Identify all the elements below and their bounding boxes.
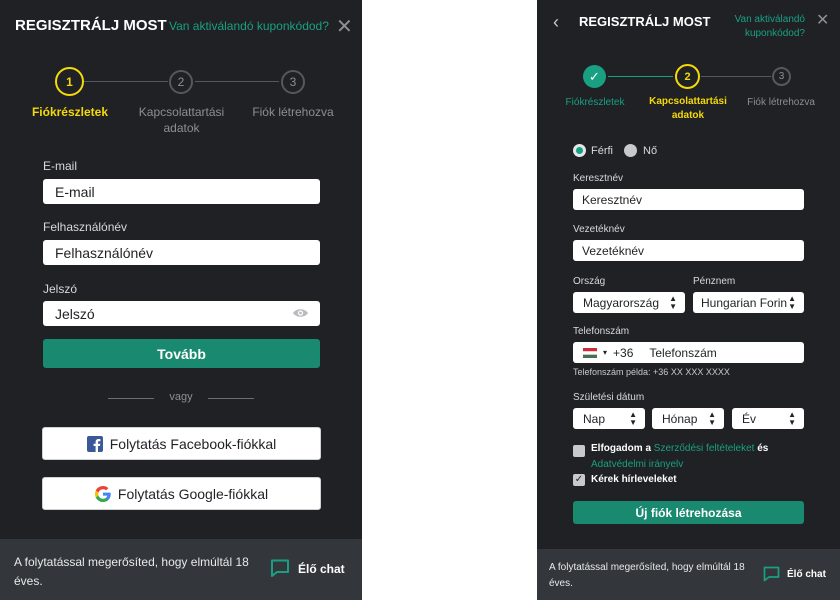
- hungary-flag-icon: [583, 347, 597, 358]
- eye-icon[interactable]: [292, 307, 309, 319]
- step-2-label: Kapcsolattartási adatok: [138, 105, 225, 136]
- chat-icon: [763, 566, 780, 582]
- password-input[interactable]: Jelszó: [43, 301, 320, 326]
- terms-prefix: Elfogadom a: [591, 443, 652, 454]
- currency-label: Pénznem: [693, 276, 736, 287]
- lastname-input[interactable]: Vezetéknév: [573, 240, 804, 261]
- phone-placeholder: Telefonszám: [649, 345, 717, 360]
- close-icon[interactable]: ✕: [816, 13, 829, 29]
- step-2-indicator: 2: [169, 70, 193, 94]
- age-confirmation-text: A folytatással megerősíted, hogy elmúltá…: [14, 555, 249, 588]
- chat-icon: [271, 559, 289, 577]
- page-title: REGISZTRÁLJ MOST: [15, 17, 167, 34]
- month-select[interactable]: Hónap ▲ ▼: [652, 408, 724, 429]
- select-arrows-icon: ▲ ▼: [788, 293, 796, 311]
- phone-input[interactable]: ▾ +36 Telefonszám: [573, 342, 804, 363]
- facebook-login-button[interactable]: Folytatás Facebook-fiókkal: [42, 427, 321, 460]
- newsletter-checkbox[interactable]: ✓: [573, 474, 585, 486]
- newsletter-label: Kérek hírleveleket: [591, 474, 677, 485]
- divider-left: [108, 398, 154, 399]
- terms-link[interactable]: Szerződési feltételeket: [654, 443, 755, 454]
- currency-select[interactable]: Hungarian Forin ▲ ▼: [693, 292, 804, 313]
- google-login-button[interactable]: Folytatás Google-fiókkal: [42, 477, 321, 510]
- coupon-link-line2: kuponkódod?: [744, 27, 805, 39]
- select-arrows-icon: ▲ ▼: [629, 409, 637, 427]
- coupon-link-line1: Van aktiválandó: [734, 14, 805, 25]
- registration-panel-step1: REGISZTRÁLJ MOST Van aktiválandó kuponkó…: [0, 0, 362, 600]
- month-placeholder: Hónap: [662, 411, 698, 426]
- password-label: Jelszó: [43, 282, 78, 296]
- email-input[interactable]: E-mail: [43, 179, 320, 204]
- age-confirmation-text: A folytatással megerősíted, hogy elmúltá…: [549, 562, 745, 589]
- step-1-indicator: ✓: [583, 65, 606, 88]
- lastname-label: Vezetéknév: [573, 224, 625, 235]
- step-1-label: Fiókrészletek: [31, 105, 109, 119]
- footer: A folytatással megerősíted, hogy elmúltá…: [537, 549, 840, 600]
- phone-prefix: +36: [613, 345, 634, 360]
- step-2-label: Kapcsolattartási adatok: [649, 96, 727, 121]
- live-chat-label: Élő chat: [298, 561, 345, 576]
- chevron-down-icon: ▾: [603, 348, 608, 357]
- step-3-indicator: 3: [772, 67, 791, 86]
- gender-male-label: Férfi: [591, 145, 613, 157]
- gender-male-radio[interactable]: [573, 144, 586, 157]
- close-icon[interactable]: ✕: [336, 17, 353, 37]
- password-placeholder: Jelszó: [55, 305, 95, 322]
- step-2-indicator: 2: [675, 64, 700, 89]
- select-arrows-icon: ▲ ▼: [788, 409, 796, 427]
- live-chat-button[interactable]: Élő chat: [270, 559, 345, 578]
- country-value: Magyarország: [583, 295, 660, 310]
- phone-label: Telefonszám: [573, 326, 630, 337]
- coupon-link[interactable]: Van aktiválandó kuponkódod?: [169, 19, 329, 33]
- gender-female-radio[interactable]: [624, 144, 637, 157]
- step-connector: [701, 76, 771, 77]
- step-1-label: Fiókrészletek: [565, 97, 625, 108]
- day-select[interactable]: Nap ▲ ▼: [573, 408, 645, 429]
- google-button-label: Folytatás Google-fiókkal: [117, 485, 269, 502]
- phone-example: Telefonszám példa: +36 XX XXX XXXX: [573, 367, 730, 377]
- birthdate-label: Születési dátum: [573, 392, 645, 403]
- or-text: vagy: [169, 391, 193, 403]
- firstname-input[interactable]: Keresztnév: [573, 189, 804, 210]
- step-3-label: Fiók létrehozva: [252, 105, 334, 119]
- facebook-icon: [86, 435, 103, 452]
- step-connector: [608, 76, 673, 77]
- year-select[interactable]: Év ▲ ▼: [732, 408, 804, 429]
- firstname-label: Keresztnév: [573, 173, 624, 184]
- step-connector: [195, 81, 279, 82]
- footer: A folytatással megerősíted, hogy elmúltá…: [0, 539, 362, 600]
- username-input[interactable]: Felhasználónév: [43, 240, 320, 265]
- back-arrow-icon[interactable]: ‹: [553, 13, 559, 31]
- step-1-indicator: 1: [55, 67, 84, 96]
- terms-checkbox[interactable]: [573, 445, 585, 457]
- currency-value: Hungarian Forin: [701, 295, 788, 310]
- create-account-button[interactable]: Új fiók létrehozása: [573, 501, 804, 524]
- step-3-label: Fiók létrehozva: [747, 97, 815, 108]
- facebook-button-label: Folytatás Facebook-fiókkal: [109, 435, 277, 452]
- live-chat-button[interactable]: Élő chat: [763, 566, 826, 582]
- step-3-indicator: 3: [281, 70, 305, 94]
- username-label: Felhasználónév: [43, 220, 128, 234]
- select-arrows-icon: ▲ ▼: [669, 293, 677, 311]
- terms-label: Elfogadom a Szerződési feltételeket és A…: [591, 441, 806, 473]
- divider-right: [208, 398, 254, 399]
- country-label: Ország: [573, 276, 606, 287]
- email-label: E-mail: [43, 159, 78, 173]
- select-arrows-icon: ▲ ▼: [708, 409, 716, 427]
- google-icon: [94, 485, 111, 502]
- live-chat-label: Élő chat: [787, 568, 826, 580]
- step-connector: [82, 81, 168, 82]
- coupon-link[interactable]: Van aktiválandó kuponkódod?: [727, 13, 805, 40]
- year-placeholder: Év: [742, 411, 757, 426]
- day-placeholder: Nap: [583, 411, 606, 426]
- country-select[interactable]: Magyarország ▲ ▼: [573, 292, 685, 313]
- terms-and: és: [757, 443, 769, 454]
- next-button[interactable]: Tovább: [43, 339, 320, 368]
- gender-female-label: Nő: [643, 145, 658, 157]
- privacy-link[interactable]: Adatvédelmi irányelv: [591, 459, 683, 470]
- registration-panel-step2: ‹ REGISZTRÁLJ MOST Van aktiválandó kupon…: [537, 0, 840, 600]
- page-title: REGISZTRÁLJ MOST: [579, 14, 711, 29]
